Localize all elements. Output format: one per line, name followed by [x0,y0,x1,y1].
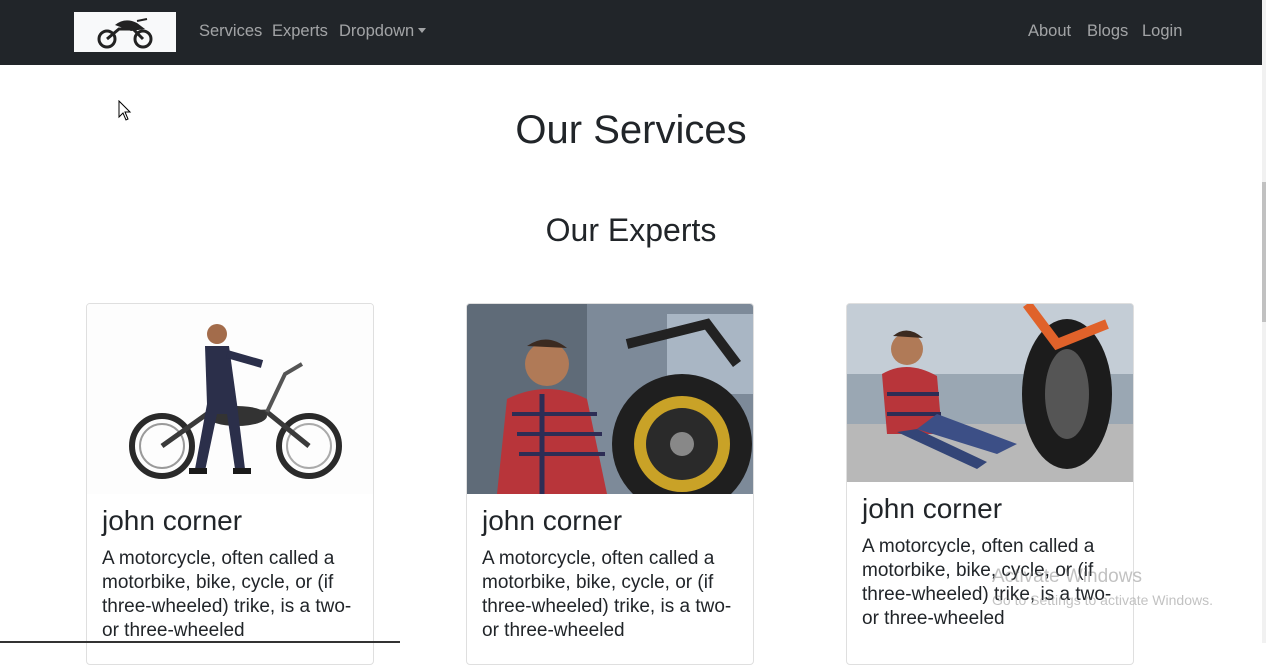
windows-activation-watermark: Activate Windows Go to Settings to activ… [992,566,1213,611]
expert-name: john corner [862,493,1003,524]
expert-name: john corner [102,505,243,536]
nav-dropdown-label: Dropdown [339,22,415,40]
expert-photo [847,304,1133,482]
card-body: john corner A motorcycle, often called a… [467,494,753,643]
navbar: Services Experts Dropdown About Blogs Lo… [0,0,1262,65]
expert-photo [87,304,373,494]
expert-description: A motorcycle, often called a motorbike, … [102,547,352,641]
expert-photo [467,304,753,494]
page-title: Our Services [515,108,747,152]
expert-card: john corner A motorcycle, often called a… [86,303,374,665]
nav-link-about[interactable]: About [1028,22,1071,41]
nav-link-blogs[interactable]: Blogs [1087,22,1128,41]
expert-description: A motorcycle, often called a motorbike, … [482,547,732,641]
card-body: john corner A motorcycle, often called a… [87,494,373,643]
motorcycle-icon [97,18,153,49]
nav-link-experts[interactable]: Experts [272,22,328,41]
mechanic-with-chopper-image [87,304,373,494]
expert-name: john corner [482,505,623,536]
mechanic-sitting-by-bike-image [847,304,1133,482]
nav-link-services[interactable]: Services [199,22,262,41]
nav-dropdown-toggle[interactable]: Dropdown [339,22,427,41]
scrollbar-thumb[interactable] [1262,182,1266,322]
nav-link-login[interactable]: Login [1142,22,1182,41]
brand-logo[interactable] [74,12,176,52]
caret-down-icon [418,28,427,33]
watermark-title: Activate Windows [992,566,1142,587]
expert-card: john corner A motorcycle, often called a… [466,303,754,665]
watermark-subtitle: Go to Settings to activate Windows. [992,592,1213,608]
section-title-experts: Our Experts [545,212,717,248]
mechanic-fixing-wheel-image [467,304,753,494]
